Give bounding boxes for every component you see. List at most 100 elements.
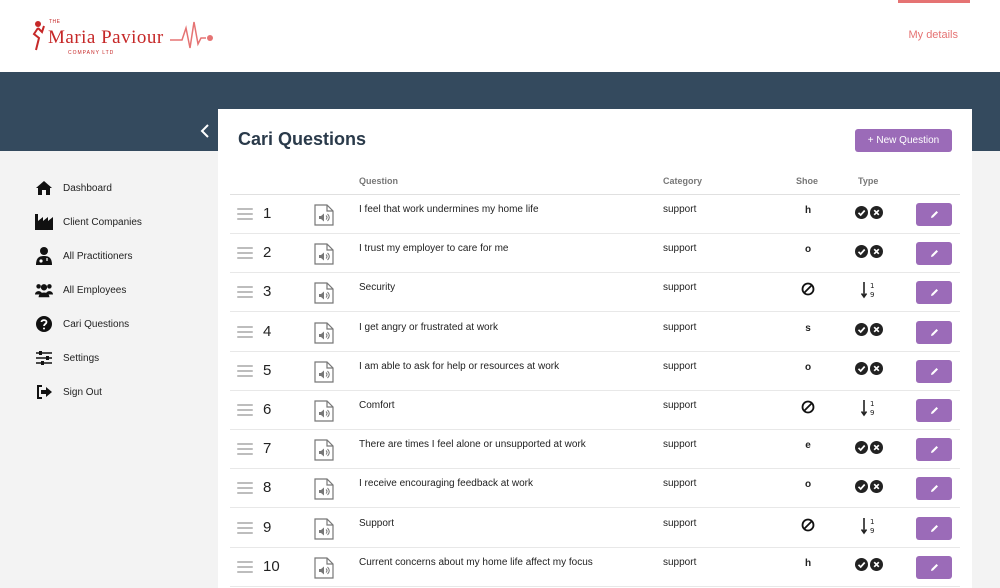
pencil-icon <box>930 407 938 414</box>
sidebar-item-all-employees[interactable]: All Employees <box>35 280 126 300</box>
drag-handle-icon[interactable] <box>237 247 253 260</box>
drag-handle-icon[interactable] <box>237 443 253 456</box>
drag-handle-icon[interactable] <box>237 404 253 416</box>
logo-name: Maria Paviour <box>48 27 164 48</box>
type-scale: 19 <box>854 517 884 535</box>
sort-numeric-icon: 19 <box>861 517 874 535</box>
edit-question-button[interactable] <box>916 516 952 540</box>
sidebar-item-label: Cari Questions <box>63 318 130 330</box>
sort-numeric-icon: 19 <box>861 400 874 417</box>
question-text: I feel that work undermines my home life <box>359 204 539 215</box>
edit-question-button[interactable] <box>916 320 952 344</box>
table-row: 10 Current concerns about my home life af… <box>230 548 960 587</box>
type-scale: 19 <box>854 281 884 299</box>
drag-handle-icon[interactable] <box>237 325 253 338</box>
page-title: Cari Questions <box>238 129 367 149</box>
svg-text:1: 1 <box>870 400 874 408</box>
edit-question-button[interactable] <box>916 281 952 305</box>
drag-handle-icon[interactable] <box>237 286 253 299</box>
company-logo[interactable]: THE Maria Paviour COMPANY LTD <box>30 16 220 56</box>
question-category: support <box>663 204 697 215</box>
table-row: 6 Comfort support 1 9 <box>230 391 960 430</box>
logo-prefix: THE <box>49 19 61 25</box>
check-circle-icon <box>855 558 868 572</box>
check-circle-icon <box>855 205 868 219</box>
new-question-button[interactable]: + New Question <box>855 129 952 152</box>
table-row: 8 I receive encouraging feedback at work s… <box>230 469 960 509</box>
edit-question-button[interactable] <box>916 242 952 266</box>
sidebar-item-cari-questions[interactable]: Cari Questions <box>35 314 129 334</box>
type-yes-no <box>854 203 884 221</box>
sign-out-icon <box>35 383 53 401</box>
edit-question-button[interactable] <box>916 359 952 383</box>
sidebar-item-settings[interactable]: Settings <box>35 348 99 368</box>
heartbeat-icon <box>170 21 213 49</box>
sidebar-item-label: All Employees <box>63 284 127 296</box>
audio-file-icon[interactable] <box>314 400 334 422</box>
sidebar-item-label: Sign Out <box>63 386 102 398</box>
times-circle-icon <box>870 205 883 219</box>
svg-text:9: 9 <box>870 291 874 299</box>
edit-question-button[interactable] <box>916 399 952 422</box>
pencil-icon <box>930 524 938 532</box>
edit-question-button[interactable] <box>916 438 952 462</box>
audio-file-icon[interactable] <box>314 517 334 540</box>
question-number: 8 <box>263 479 272 497</box>
audio-file-icon[interactable] <box>314 243 334 265</box>
shoe-value: o <box>804 244 812 256</box>
question-circle-icon <box>35 315 53 333</box>
svg-text:1: 1 <box>870 282 874 290</box>
question-number: 4 <box>263 322 272 340</box>
drag-handle-icon[interactable] <box>237 560 253 573</box>
question-number: 5 <box>263 361 272 379</box>
question-category: support <box>663 321 697 333</box>
my-details-link[interactable]: My details <box>908 29 958 41</box>
table-row: 7 There are times I feel alone or unsuppo… <box>230 430 960 470</box>
shoe-value: e <box>805 440 811 452</box>
audio-file-icon[interactable] <box>314 361 334 383</box>
edit-question-button[interactable] <box>916 555 952 579</box>
table-row: 9 Support support 1 9 <box>230 509 960 548</box>
sidebar-item-dashboard[interactable]: Dashboard <box>35 178 112 198</box>
times-circle-icon <box>870 244 883 258</box>
table-row: 1 I feel that work undermines my home lif… <box>230 195 960 234</box>
edit-question-button[interactable] <box>916 477 952 501</box>
question-number: 6 <box>263 401 272 418</box>
question-text: I am able to ask for help or resources a… <box>359 360 560 372</box>
column-header-shoe: Shoe <box>796 176 819 186</box>
svg-text:9: 9 <box>870 409 874 417</box>
check-circle-icon <box>855 479 868 493</box>
type-yes-no <box>854 438 884 456</box>
question-number: 3 <box>263 283 272 301</box>
edit-question-button[interactable] <box>916 203 952 226</box>
top-bar: THE Maria Paviour COMPANY LTD My details <box>0 0 1000 72</box>
question-number: 2 <box>263 244 272 262</box>
shoe-value: o <box>804 361 812 373</box>
sidebar-item-all-practitioners[interactable]: All Practitioners <box>35 246 132 266</box>
sidebar-item-label: Client Companies <box>63 216 142 228</box>
question-category: support <box>663 282 697 294</box>
sidebar-item-client-companies[interactable]: Client Companies <box>35 212 142 232</box>
drag-handle-icon[interactable] <box>237 521 253 534</box>
table-row: 4 I get angry or frustrated at work suppor… <box>230 313 960 352</box>
column-header-question: Question <box>359 176 399 186</box>
pencil-icon <box>930 289 938 297</box>
audio-file-icon[interactable] <box>314 282 334 304</box>
drag-handle-icon[interactable] <box>237 482 253 495</box>
audio-file-icon[interactable] <box>314 478 334 500</box>
audio-file-icon[interactable] <box>314 439 334 461</box>
sidebar-item-sign-out[interactable]: Sign Out <box>35 382 102 402</box>
audio-file-icon[interactable] <box>314 557 334 579</box>
doctor-icon <box>35 247 53 265</box>
table-row: 3 Security support 1 9 <box>230 273 960 313</box>
pencil-icon <box>930 367 938 375</box>
audio-file-icon[interactable] <box>314 321 334 344</box>
logo-subtitle: COMPANY LTD <box>68 50 115 56</box>
question-text: There are times I feel alone or unsuppor… <box>359 439 586 451</box>
type-scale: 19 <box>854 399 884 417</box>
drag-handle-icon[interactable] <box>237 364 253 377</box>
audio-file-icon[interactable] <box>314 204 334 226</box>
chevron-left-icon[interactable] <box>200 124 210 143</box>
pencil-icon <box>930 328 938 336</box>
drag-handle-icon[interactable] <box>237 208 253 220</box>
